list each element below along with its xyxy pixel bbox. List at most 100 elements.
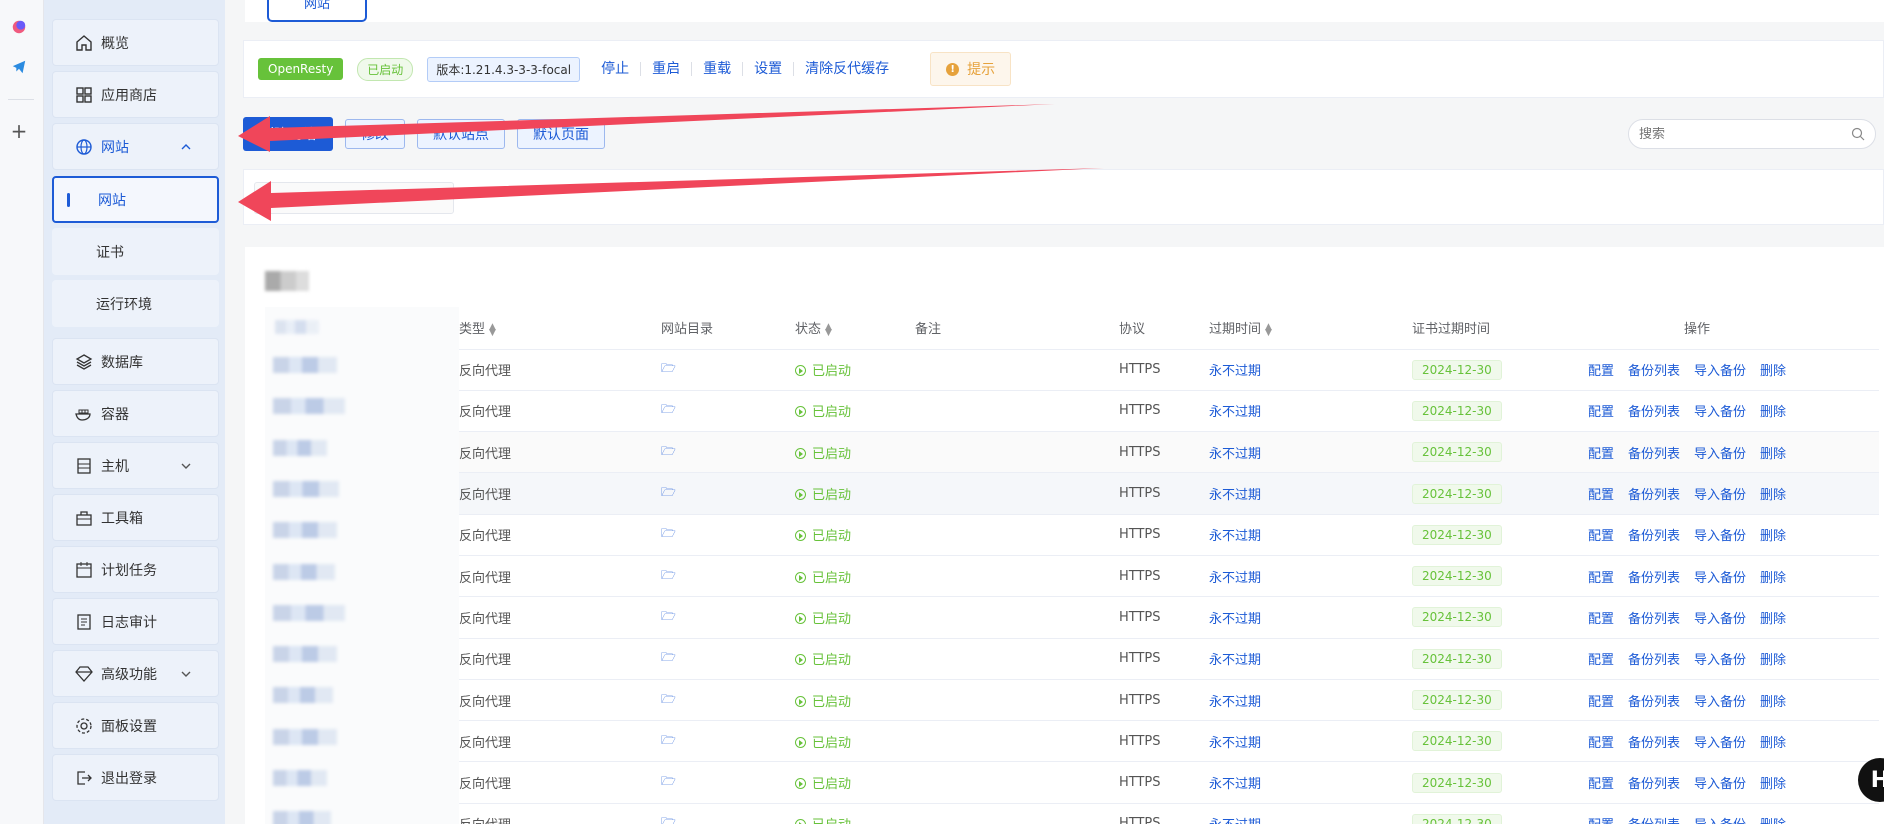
reload-button[interactable]: 重载 — [692, 62, 744, 76]
sidebar-item-website[interactable]: 网站 — [52, 123, 219, 170]
site-name-blurred[interactable] — [273, 563, 335, 580]
import-backup-link[interactable]: 导入备份 — [1694, 653, 1746, 668]
edit-button[interactable]: 修改 — [345, 119, 405, 149]
settings-button[interactable]: 设置 — [743, 62, 795, 76]
delete-link[interactable]: 删除 — [1760, 695, 1786, 710]
backup-list-link[interactable]: 备份列表 — [1628, 777, 1680, 792]
site-status[interactable]: 已启动 — [795, 555, 915, 598]
restart-button[interactable]: 重启 — [641, 62, 693, 76]
import-backup-link[interactable]: 导入备份 — [1694, 447, 1746, 462]
site-status[interactable]: 已启动 — [795, 803, 915, 824]
delete-link[interactable]: 删除 — [1760, 653, 1786, 668]
site-name-blurred[interactable] — [273, 811, 331, 824]
telegram-icon[interactable] — [10, 58, 28, 76]
sidebar-item-toolbox[interactable]: 工具箱 — [52, 494, 219, 541]
sidebar-subitem-runtime[interactable]: 运行环境 — [52, 280, 219, 327]
sidebar-item-host[interactable]: 主机 — [52, 442, 219, 489]
stop-button[interactable]: 停止 — [590, 62, 642, 76]
site-status[interactable]: 已启动 — [795, 431, 915, 474]
open-directory-icon[interactable]: 🗁 — [661, 679, 795, 722]
clear-proxy-cache-button[interactable]: 清除反代缓存 — [794, 62, 900, 76]
open-directory-icon[interactable]: 🗁 — [661, 349, 795, 391]
site-name-blurred[interactable] — [273, 687, 333, 704]
site-name-blurred[interactable] — [273, 770, 327, 786]
backup-list-link[interactable]: 备份列表 — [1628, 736, 1680, 751]
backup-list-link[interactable]: 备份列表 — [1628, 653, 1680, 668]
config-link[interactable]: 配置 — [1588, 777, 1614, 792]
group-select[interactable] — [254, 182, 454, 214]
config-link[interactable]: 配置 — [1588, 447, 1614, 462]
open-directory-icon[interactable]: 🗁 — [661, 803, 795, 824]
import-backup-link[interactable]: 导入备份 — [1694, 529, 1746, 544]
open-directory-icon[interactable]: 🗁 — [661, 390, 795, 433]
delete-link[interactable]: 删除 — [1760, 612, 1786, 627]
site-expire[interactable]: 永不过期 — [1209, 638, 1412, 680]
site-status[interactable]: 已启动 — [795, 596, 915, 639]
sidebar-item-app-store[interactable]: 应用商店 — [52, 71, 219, 118]
col-status[interactable]: 状态 ▲ ▼ — [795, 307, 915, 350]
site-name-blurred[interactable] — [273, 522, 337, 539]
search-input[interactable] — [1639, 126, 1851, 142]
site-status[interactable]: 已启动 — [795, 514, 915, 556]
col-type[interactable]: 类型 ▲ ▼ — [459, 307, 661, 350]
import-backup-link[interactable]: 导入备份 — [1694, 695, 1746, 710]
site-status[interactable]: 已启动 — [795, 720, 915, 763]
config-link[interactable]: 配置 — [1588, 818, 1614, 824]
sidebar-subitem-certificate[interactable]: 证书 — [52, 228, 219, 275]
backup-list-link[interactable]: 备份列表 — [1628, 695, 1680, 710]
site-name-blurred[interactable] — [273, 357, 337, 373]
open-directory-icon[interactable]: 🗁 — [661, 514, 795, 556]
import-backup-link[interactable]: 导入备份 — [1694, 818, 1746, 824]
delete-link[interactable]: 删除 — [1760, 488, 1786, 503]
site-expire[interactable]: 永不过期 — [1209, 431, 1412, 474]
site-status[interactable]: 已启动 — [795, 638, 915, 680]
plus-icon[interactable]: + — [10, 119, 28, 143]
import-backup-link[interactable]: 导入备份 — [1694, 736, 1746, 751]
import-backup-link[interactable]: 导入备份 — [1694, 405, 1746, 420]
site-expire[interactable]: 永不过期 — [1209, 472, 1412, 515]
default-page-button[interactable]: 默认页面 — [517, 119, 605, 149]
config-link[interactable]: 配置 — [1588, 405, 1614, 420]
app-logo-icon[interactable] — [10, 18, 28, 36]
delete-link[interactable]: 删除 — [1760, 777, 1786, 792]
import-backup-link[interactable]: 导入备份 — [1694, 571, 1746, 586]
site-name-blurred[interactable] — [273, 439, 327, 456]
open-directory-icon[interactable]: 🗁 — [661, 472, 795, 515]
site-status[interactable]: 已启动 — [795, 472, 915, 515]
site-status[interactable]: 已启动 — [795, 679, 915, 722]
site-status[interactable]: 已启动 — [795, 761, 915, 804]
tab-website[interactable]: 网站 — [267, 0, 367, 22]
delete-link[interactable]: 删除 — [1760, 736, 1786, 751]
delete-link[interactable]: 删除 — [1760, 818, 1786, 824]
default-site-button[interactable]: 默认站点 — [417, 119, 505, 149]
site-name-blurred[interactable] — [273, 604, 345, 621]
sidebar-item-logout[interactable]: 退出登录 — [52, 754, 219, 801]
config-link[interactable]: 配置 — [1588, 529, 1614, 544]
site-name-blurred[interactable] — [273, 398, 345, 415]
create-website-button[interactable]: 创建网站 — [243, 117, 333, 151]
open-directory-icon[interactable]: 🗁 — [661, 761, 795, 804]
open-directory-icon[interactable]: 🗁 — [661, 596, 795, 639]
config-link[interactable]: 配置 — [1588, 571, 1614, 586]
backup-list-link[interactable]: 备份列表 — [1628, 571, 1680, 586]
delete-link[interactable]: 删除 — [1760, 571, 1786, 586]
import-backup-link[interactable]: 导入备份 — [1694, 488, 1746, 503]
delete-link[interactable]: 删除 — [1760, 529, 1786, 544]
config-link[interactable]: 配置 — [1588, 695, 1614, 710]
sidebar-item-log-audit[interactable]: 日志审计 — [52, 598, 219, 645]
site-expire[interactable]: 永不过期 — [1209, 761, 1412, 804]
tip-button[interactable]: ! 提示 — [930, 52, 1012, 86]
site-status[interactable]: 已启动 — [795, 349, 915, 391]
delete-link[interactable]: 删除 — [1760, 364, 1786, 379]
backup-list-link[interactable]: 备份列表 — [1628, 488, 1680, 503]
sidebar-item-container[interactable]: 容器 — [52, 390, 219, 437]
site-expire[interactable]: 永不过期 — [1209, 596, 1412, 639]
site-expire[interactable]: 永不过期 — [1209, 679, 1412, 722]
sidebar-item-advanced[interactable]: 高级功能 — [52, 650, 219, 697]
config-link[interactable]: 配置 — [1588, 653, 1614, 668]
sidebar-item-database[interactable]: 数据库 — [52, 338, 219, 385]
backup-list-link[interactable]: 备份列表 — [1628, 529, 1680, 544]
site-expire[interactable]: 永不过期 — [1209, 803, 1412, 824]
import-backup-link[interactable]: 导入备份 — [1694, 364, 1746, 379]
backup-list-link[interactable]: 备份列表 — [1628, 405, 1680, 420]
